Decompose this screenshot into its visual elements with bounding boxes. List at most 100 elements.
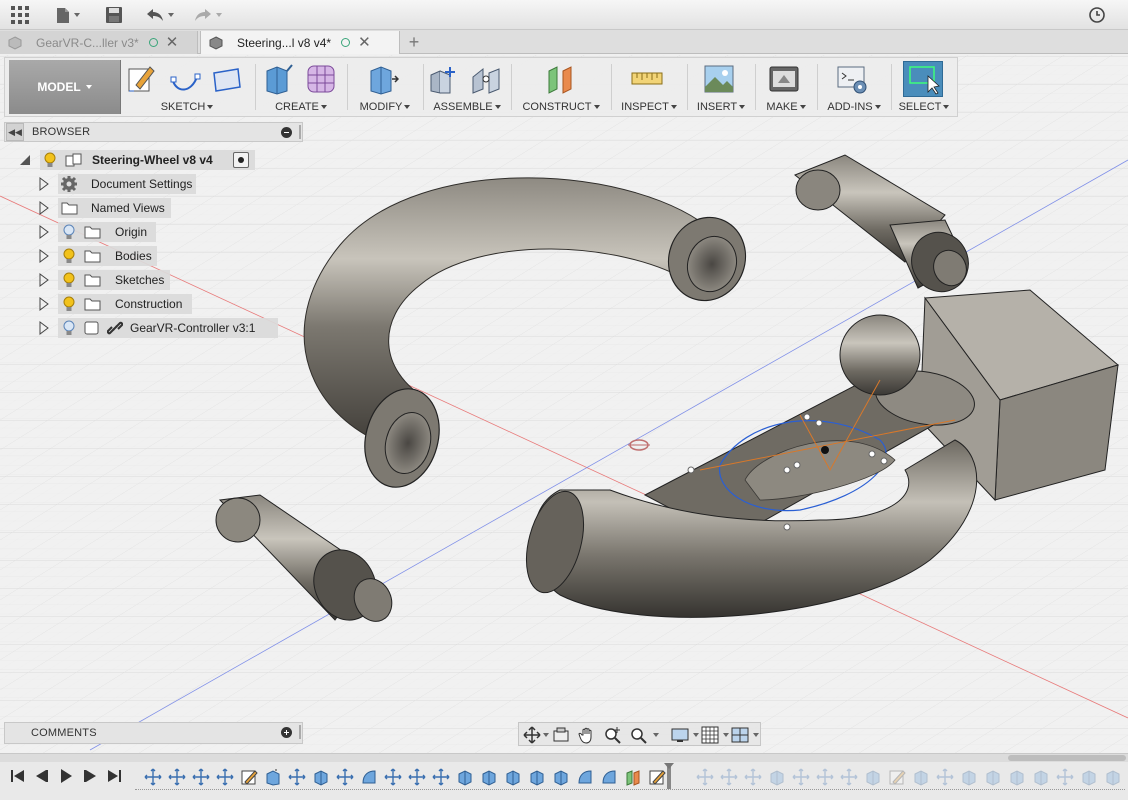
undo-button[interactable] <box>142 4 178 26</box>
browser-item-construction[interactable]: Construction <box>58 294 192 314</box>
move-feature-icon[interactable] <box>216 768 234 786</box>
redo-button[interactable] <box>190 4 226 26</box>
close-icon[interactable]: ✕ <box>358 35 371 50</box>
suppressed-move-feature-icon[interactable] <box>1056 768 1074 786</box>
suppressed-body-feature-icon[interactable] <box>1080 768 1098 786</box>
expand-triangle-icon[interactable] <box>38 198 50 218</box>
rectangle-tool-icon[interactable] <box>211 63 243 95</box>
bulb-on-icon[interactable] <box>62 296 76 312</box>
expand-triangle-icon[interactable] <box>38 318 50 338</box>
body-feature-icon[interactable] <box>504 768 522 786</box>
panel-grip-handle[interactable] <box>299 725 301 739</box>
move-feature-icon[interactable] <box>432 768 450 786</box>
display-settings-icon[interactable] <box>671 726 689 744</box>
data-panel-grid-icon[interactable] <box>8 4 32 26</box>
new-component-icon[interactable] <box>428 63 460 95</box>
close-icon[interactable]: ✕ <box>166 35 179 50</box>
suppressed-move-feature-icon[interactable] <box>720 768 738 786</box>
move-feature-icon[interactable] <box>336 768 354 786</box>
file-menu-button[interactable] <box>52 4 84 26</box>
ribbon-group-sketch[interactable]: SKETCH <box>123 58 251 116</box>
scripts-addins-icon[interactable] <box>836 63 868 95</box>
suppressed-move-feature-icon[interactable] <box>816 768 834 786</box>
bulb-on-icon[interactable] <box>43 152 57 168</box>
ribbon-group-modify[interactable]: MODIFY <box>349 58 421 116</box>
go-to-end-icon[interactable] <box>106 768 122 784</box>
create-sketch-icon[interactable] <box>126 63 158 95</box>
suppressed-move-feature-icon[interactable] <box>840 768 858 786</box>
move-feature-icon[interactable] <box>168 768 186 786</box>
go-to-start-icon[interactable] <box>10 768 26 784</box>
suppressed-body-feature-icon[interactable] <box>864 768 882 786</box>
panel-grip-handle[interactable] <box>299 125 301 139</box>
move-feature-icon[interactable] <box>192 768 210 786</box>
expand-triangle-icon[interactable] <box>38 294 50 314</box>
expand-triangle-icon[interactable] <box>38 174 50 194</box>
ribbon-group-create[interactable]: CREATE <box>257 58 345 116</box>
select-window-icon[interactable] <box>903 61 943 97</box>
step-forward-icon[interactable] <box>82 768 98 784</box>
browser-item-named-views[interactable]: Named Views <box>58 198 171 218</box>
extrude-feature-icon[interactable] <box>264 768 282 786</box>
sketch-feature-icon[interactable] <box>240 768 258 786</box>
sketch-feature-icon[interactable] <box>648 768 666 786</box>
revolve-feature-icon[interactable] <box>576 768 594 786</box>
3d-print-icon[interactable] <box>768 63 800 95</box>
orbit-icon[interactable] <box>523 726 541 744</box>
workspace-switcher-button[interactable]: MODEL <box>9 60 121 114</box>
suppressed-move-feature-icon[interactable] <box>936 768 954 786</box>
expand-triangle-icon[interactable] <box>38 270 50 290</box>
grid-settings-icon[interactable] <box>701 726 719 744</box>
browser-item-origin[interactable]: Origin <box>58 222 156 242</box>
browser-item-gearvr-controller[interactable]: GearVR-Controller v3:1 <box>58 318 278 338</box>
bulb-off-icon[interactable] <box>62 320 76 336</box>
bulb-on-icon[interactable] <box>62 272 76 288</box>
comments-panel-header[interactable]: COMMENTS <box>4 722 303 744</box>
joint-icon[interactable] <box>470 63 502 95</box>
offset-plane-icon[interactable] <box>545 63 577 95</box>
scrollbar-thumb[interactable] <box>1008 755 1126 761</box>
body-feature-icon[interactable] <box>312 768 330 786</box>
extrude-icon[interactable] <box>263 63 295 95</box>
browser-item-sketches[interactable]: Sketches <box>58 270 170 290</box>
timeline-position-marker[interactable] <box>664 763 674 789</box>
look-at-icon[interactable] <box>552 726 570 744</box>
browser-root-row[interactable] <box>18 150 32 170</box>
suppressed-body-feature-icon[interactable] <box>912 768 930 786</box>
browser-root-node[interactable]: Steering-Wheel v8 v4 <box>40 150 255 170</box>
revolve-feature-icon[interactable] <box>360 768 378 786</box>
press-pull-icon[interactable] <box>367 63 399 95</box>
move-feature-icon[interactable] <box>288 768 306 786</box>
suppressed-body-feature-icon[interactable] <box>984 768 1002 786</box>
add-comment-icon[interactable] <box>281 727 292 738</box>
ribbon-group-make[interactable]: MAKE <box>757 58 815 116</box>
step-back-icon[interactable] <box>34 768 50 784</box>
plane-feature-icon[interactable] <box>624 768 642 786</box>
insert-image-icon[interactable] <box>703 63 735 95</box>
collapse-panel-icon[interactable]: ◀◀ <box>6 123 24 141</box>
measure-ruler-icon[interactable] <box>631 63 663 95</box>
ribbon-group-insert[interactable]: INSERT <box>689 58 753 116</box>
body-feature-icon[interactable] <box>456 768 474 786</box>
body-feature-icon[interactable] <box>552 768 570 786</box>
ribbon-group-assemble[interactable]: ASSEMBLE <box>425 58 509 116</box>
line-tool-icon[interactable] <box>169 63 201 95</box>
form-freeform-icon[interactable] <box>305 63 337 95</box>
suppressed-move-feature-icon[interactable] <box>744 768 762 786</box>
bulb-off-icon[interactable] <box>62 224 76 240</box>
suppressed-body-feature-icon[interactable] <box>1104 768 1122 786</box>
job-status-clock-icon[interactable] <box>1086 4 1108 26</box>
browser-item-bodies[interactable]: Bodies <box>58 246 157 266</box>
bulb-on-icon[interactable] <box>62 248 76 264</box>
tab-steering-wheel[interactable]: Steering...l v8 v4* ✕ <box>200 31 400 54</box>
expand-triangle-icon[interactable] <box>38 222 50 242</box>
move-feature-icon[interactable] <box>144 768 162 786</box>
ribbon-group-add-ins[interactable]: ADD-INS <box>819 58 889 116</box>
body-feature-icon[interactable] <box>528 768 546 786</box>
viewports-icon[interactable] <box>731 726 749 744</box>
suppressed-body-feature-icon[interactable] <box>1032 768 1050 786</box>
browser-item-document-settings[interactable]: Document Settings <box>58 174 196 194</box>
fit-zoom-window-icon[interactable] <box>630 726 648 744</box>
collapse-triangle-icon[interactable] <box>18 153 32 167</box>
save-button[interactable] <box>103 4 125 26</box>
